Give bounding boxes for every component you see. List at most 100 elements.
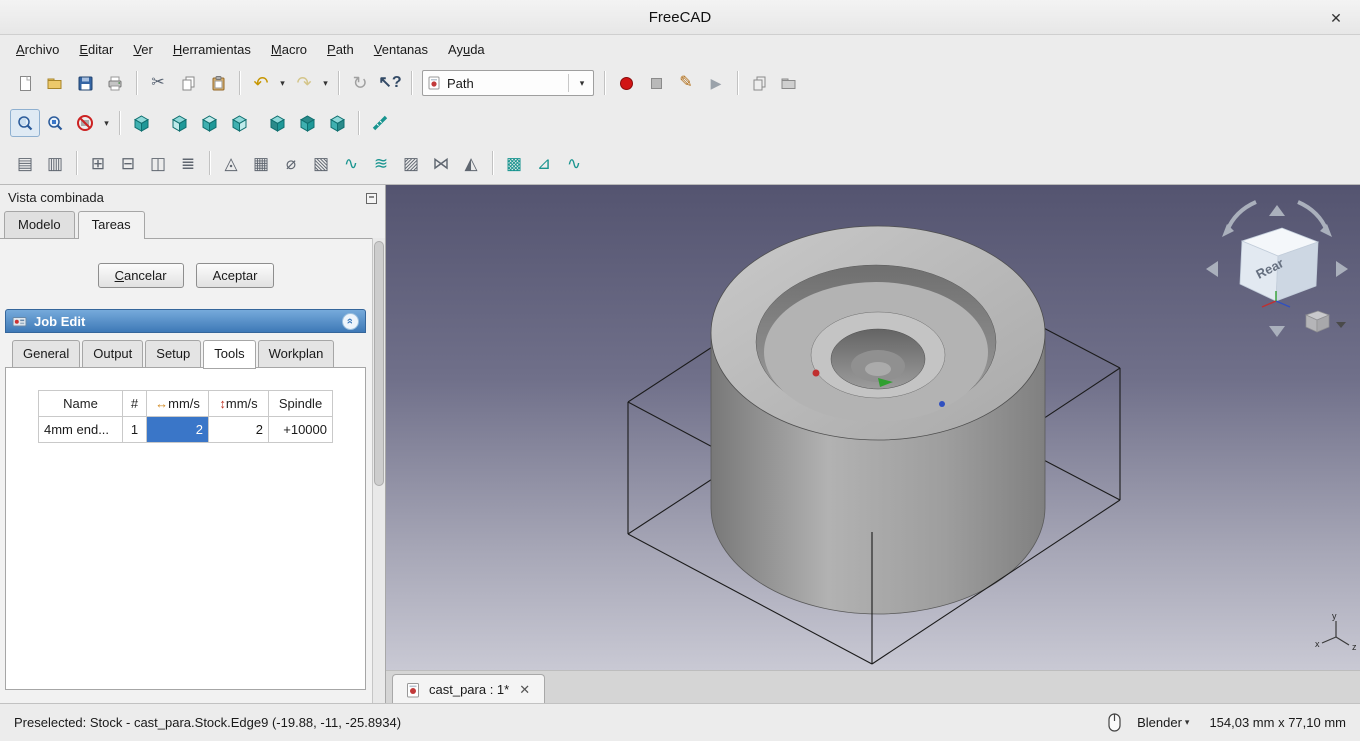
window-close-icon[interactable]: ✕	[1326, 8, 1346, 28]
custom-icon[interactable]: ∿	[559, 149, 589, 177]
column-header-feed[interactable]: ↔mm/s	[146, 390, 209, 417]
macro-play-icon[interactable]: ▶	[701, 69, 731, 97]
paste-icon[interactable]	[203, 69, 233, 97]
tab-setup[interactable]: Setup	[145, 340, 202, 368]
menu-ventanas[interactable]: Ventanas	[364, 37, 438, 62]
refresh-icon[interactable]: ↻	[345, 69, 375, 97]
scrollbar-thumb[interactable]	[374, 241, 384, 486]
panel-scrollbar[interactable]	[372, 238, 385, 703]
nav-arrow-up-icon[interactable]	[1269, 205, 1285, 216]
draw-style-dropdown-icon[interactable]: ▾	[100, 109, 113, 137]
sanity-check-icon[interactable]: ≣	[173, 149, 203, 177]
tool-number-cell[interactable]: 1	[122, 416, 147, 443]
measure-icon[interactable]	[365, 109, 395, 137]
column-header-name[interactable]: Name	[38, 390, 123, 417]
undo-dropdown-icon[interactable]: ▾	[276, 69, 289, 97]
redo-dropdown-icon[interactable]: ▾	[319, 69, 332, 97]
post-process-icon[interactable]: ▥	[40, 149, 70, 177]
nav-arrow-left-icon[interactable]	[1206, 261, 1218, 277]
draw-style-icon[interactable]	[70, 109, 100, 137]
navigation-cube[interactable]: Rear	[1239, 227, 1320, 308]
slot-icon[interactable]: ▨	[396, 149, 426, 177]
menu-ayuda[interactable]: Ayuda	[438, 37, 495, 62]
job-edit-header[interactable]: Job Edit »	[5, 309, 366, 333]
view-bottom-icon[interactable]	[292, 109, 322, 137]
tab-tools[interactable]: Tools	[203, 340, 256, 369]
nav-cube-menu[interactable]	[1305, 310, 1346, 333]
column-header-spindle[interactable]: Spindle	[268, 390, 333, 417]
rotate-left-icon[interactable]	[1225, 200, 1257, 232]
menu-macro[interactable]: Macro	[261, 37, 317, 62]
collapse-section-icon[interactable]: »	[342, 312, 359, 330]
view-top-icon[interactable]	[194, 109, 224, 137]
documents-icon[interactable]	[744, 69, 774, 97]
array-icon[interactable]: ▩	[499, 149, 529, 177]
simulator-icon[interactable]: ◫	[143, 149, 173, 177]
cut-icon[interactable]: ✂	[143, 69, 173, 97]
cancel-button[interactable]: Cancelar	[97, 263, 184, 288]
tab-output[interactable]: Output	[82, 340, 144, 368]
tab-workplan[interactable]: Workplan	[257, 340, 335, 368]
helix-icon[interactable]: ∿	[336, 149, 366, 177]
pocket-icon[interactable]: ▦	[246, 149, 276, 177]
close-tab-icon[interactable]: ✕	[517, 682, 532, 698]
fit-all-icon[interactable]	[10, 109, 40, 137]
nav-arrow-right-icon[interactable]	[1336, 261, 1348, 277]
comment-icon[interactable]: ⊿	[529, 149, 559, 177]
tool-feed-cell-selected[interactable]: 2	[146, 416, 209, 443]
accept-button[interactable]: Aceptar	[195, 263, 275, 288]
menu-herramientas[interactable]: Herramientas	[163, 37, 261, 62]
folder-gray-icon[interactable]	[774, 69, 804, 97]
menu-path[interactable]: Path	[317, 37, 364, 62]
column-header-plunge[interactable]: ↕mm/s	[208, 390, 269, 417]
rotate-left-arrowhead-icon[interactable]	[1222, 224, 1234, 237]
workbench-selector[interactable]: Path ▾	[422, 70, 594, 96]
chevron-down-icon[interactable]	[1336, 322, 1346, 328]
nav-arrow-down-icon[interactable]	[1269, 326, 1285, 337]
menu-ver[interactable]: Ver	[123, 37, 163, 62]
copy-icon[interactable]	[173, 69, 203, 97]
3d-viewport[interactable]: Rear y x z	[386, 185, 1360, 670]
macro-record-icon[interactable]	[611, 69, 641, 97]
save-icon[interactable]	[70, 69, 100, 97]
whats-this-icon[interactable]: ↖?	[375, 69, 405, 97]
float-panel-icon[interactable]	[366, 193, 377, 204]
tab-general[interactable]: General	[12, 340, 81, 368]
view-rear-icon[interactable]	[262, 109, 292, 137]
view-front-icon[interactable]	[164, 109, 194, 137]
macro-edit-icon[interactable]: ✎	[671, 69, 701, 97]
open-document-icon[interactable]	[40, 69, 70, 97]
view-right-icon[interactable]	[224, 109, 254, 137]
inspect-icon[interactable]: ⊟	[113, 149, 143, 177]
tool-controller-table: Name # ↔mm/s ↕mm/s Spindle 4mm end... 1 …	[38, 390, 333, 443]
print-icon[interactable]	[100, 69, 130, 97]
undo-icon[interactable]: ↶	[246, 69, 276, 97]
face-icon[interactable]: ▧	[306, 149, 336, 177]
tab-modelo[interactable]: Modelo	[4, 211, 75, 238]
profile-icon[interactable]: ◬	[216, 149, 246, 177]
tab-tareas[interactable]: Tareas	[77, 211, 145, 239]
drilling-icon[interactable]: ⌀	[276, 149, 306, 177]
macro-stop-icon[interactable]	[641, 69, 671, 97]
menu-archivo[interactable]: Archivo	[6, 37, 69, 62]
view-axonometric-icon[interactable]	[126, 109, 156, 137]
adaptive-icon[interactable]: ≋	[366, 149, 396, 177]
menu-editar[interactable]: Editar	[69, 37, 123, 62]
rotate-right-icon[interactable]	[1297, 200, 1329, 232]
deburr-icon[interactable]: ◭	[456, 149, 486, 177]
tool-spindle-cell[interactable]: +10000	[268, 416, 333, 443]
job-icon[interactable]: ▤	[10, 149, 40, 177]
check-toolpath-icon[interactable]: ⊞	[83, 149, 113, 177]
tool-name-cell[interactable]: 4mm end...	[38, 416, 123, 443]
fit-selection-icon[interactable]	[40, 109, 70, 137]
document-tab-cast-para[interactable]: cast_para : 1* ✕	[392, 674, 546, 704]
column-header-number[interactable]: #	[122, 390, 147, 417]
tool-plunge-cell[interactable]: 2	[208, 416, 269, 443]
cast-part-model[interactable]	[710, 225, 1046, 615]
rotate-right-arrowhead-icon[interactable]	[1320, 224, 1332, 237]
new-document-icon[interactable]	[10, 69, 40, 97]
engrave-icon[interactable]: ⋈	[426, 149, 456, 177]
redo-icon[interactable]: ↷	[289, 69, 319, 97]
navigation-style-selector[interactable]: Blender ▾	[1131, 712, 1195, 733]
view-left-icon[interactable]	[322, 109, 352, 137]
